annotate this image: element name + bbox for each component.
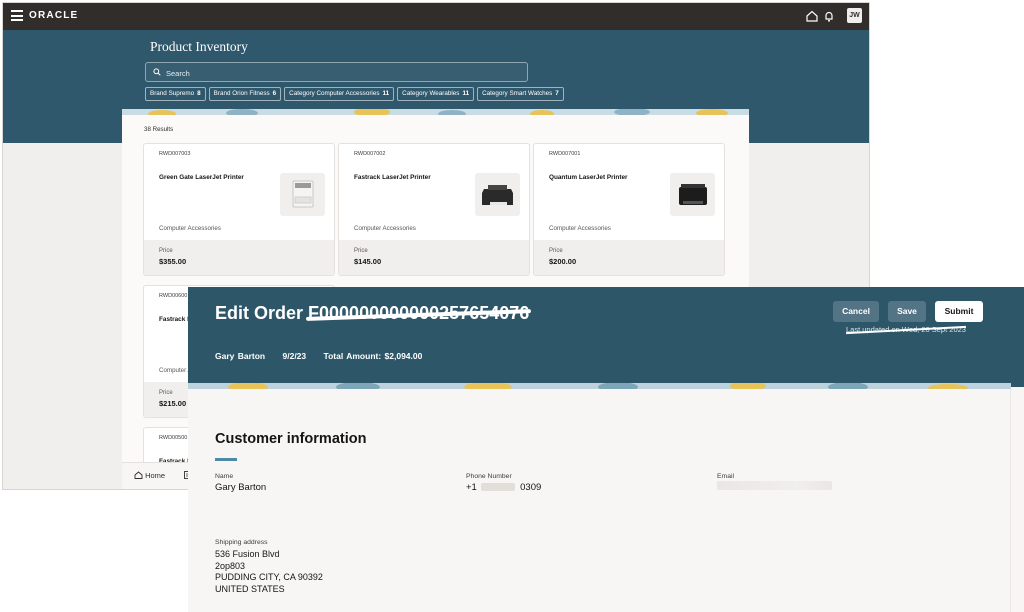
product-name: Fastrack E (159, 316, 192, 323)
filter-chips: Brand Supremo 8 Brand Orion Fitness 6 Cate… (145, 87, 564, 101)
page-title: Product Inventory (150, 39, 248, 54)
results-count: 38 Results (144, 126, 174, 133)
product-sku: RWD007002 (354, 151, 386, 157)
price-value: $355.00 (159, 257, 187, 266)
product-sku: RWD007003 (159, 151, 191, 157)
product-category: Computer Accessories (354, 225, 416, 232)
name-value: Gary Barton (215, 482, 267, 493)
edit-order-window: Edit Order F000000000000257654076 Cancel… (188, 287, 1024, 612)
product-sku: RWD007001 (549, 151, 581, 157)
bell-icon[interactable] (822, 9, 836, 23)
section-underline (215, 458, 237, 461)
submit-button[interactable]: Submit (935, 301, 983, 322)
customer-name: Gary Barton (215, 351, 266, 361)
price-value: $215.00 (159, 399, 187, 408)
filter-chip[interactable]: Category Smart Watches 7 (477, 87, 564, 101)
customer-info-panel: Customer information Name Gary Barton Ph… (188, 389, 1011, 612)
home-icon[interactable] (805, 9, 819, 23)
filter-chip[interactable]: Brand Supremo 8 (145, 87, 206, 101)
section-title: Customer information (215, 431, 367, 447)
price-label: Price (354, 248, 368, 254)
order-number: F000000000000257654076 (306, 303, 532, 324)
shipping-label: Shipping address (215, 539, 268, 546)
printer-image (280, 173, 325, 216)
product-name: Green Gate LaserJet Printer (159, 174, 244, 181)
filter-chip[interactable]: Category Wearables 11 (397, 87, 475, 101)
total-amount: Total Amount: $2,094.00 (323, 351, 423, 361)
order-title-prefix: Edit Order (215, 303, 304, 323)
filter-chip[interactable]: Brand Orion Fitness 6 (208, 87, 282, 101)
name-label: Name (215, 473, 234, 480)
order-summary: Gary Barton 9/2/23 Total Amount: $2,094.… (215, 351, 436, 361)
product-card[interactable]: RWD007002 Fastrack LaserJet Printer Comp… (338, 143, 530, 276)
nav-home-label: Home (145, 471, 166, 480)
search-icon (153, 68, 161, 76)
product-name: Quantum LaserJet Printer (549, 174, 628, 181)
phone-label: Phone Number (466, 473, 512, 480)
price-value: $200.00 (549, 257, 577, 266)
search-input[interactable]: Search (145, 62, 528, 82)
product-category: Computer A (159, 367, 192, 374)
price-label: Price (549, 248, 563, 254)
cancel-button[interactable]: Cancel (833, 301, 879, 322)
save-button[interactable]: Save (888, 301, 926, 322)
oracle-logo: ORACLE (29, 10, 79, 21)
printer-image (475, 173, 520, 216)
price-section: Price $145.00 (339, 240, 529, 275)
redacted-digits (481, 483, 516, 492)
menu-icon[interactable] (11, 10, 23, 21)
user-avatar[interactable]: JW (847, 8, 862, 23)
printer-image (670, 173, 715, 216)
product-sku: RWD00600 (159, 293, 188, 299)
product-sku: RWD00500 (159, 435, 188, 441)
email-label: Email (717, 473, 734, 480)
order-date: 9/2/23 (282, 351, 307, 361)
top-bar: ORACLE JW (3, 3, 869, 30)
price-section: Price $200.00 (534, 240, 724, 275)
product-card[interactable]: RWD007003 Green Gate LaserJet Printer Co… (143, 143, 335, 276)
shipping-address: 536 Fusion Blvd 2op803 PUDDING CITY, CA … (215, 549, 323, 594)
product-card[interactable]: RWD007001 Quantum LaserJet Printer Compu… (533, 143, 725, 276)
order-title: Edit Order F000000000000257654076 (215, 303, 532, 324)
phone-value: +1 0309 (466, 482, 542, 493)
price-value: $145.00 (354, 257, 382, 266)
product-category: Computer Accessories (159, 225, 221, 232)
product-name: Fastrack LaserJet Printer (354, 174, 431, 181)
home-icon (134, 471, 143, 479)
product-category: Computer Accessories (549, 225, 611, 232)
search-placeholder: Search (166, 68, 190, 78)
filter-chip[interactable]: Category Computer Accessories 11 (284, 87, 395, 101)
price-label: Price (159, 390, 173, 396)
price-label: Price (159, 248, 173, 254)
price-section: Price $355.00 (144, 240, 334, 275)
nav-home[interactable]: Home (134, 471, 165, 480)
email-value-redacted (717, 481, 832, 490)
last-updated: Last updated on Wed, 20 Sept 2023 (846, 325, 966, 335)
